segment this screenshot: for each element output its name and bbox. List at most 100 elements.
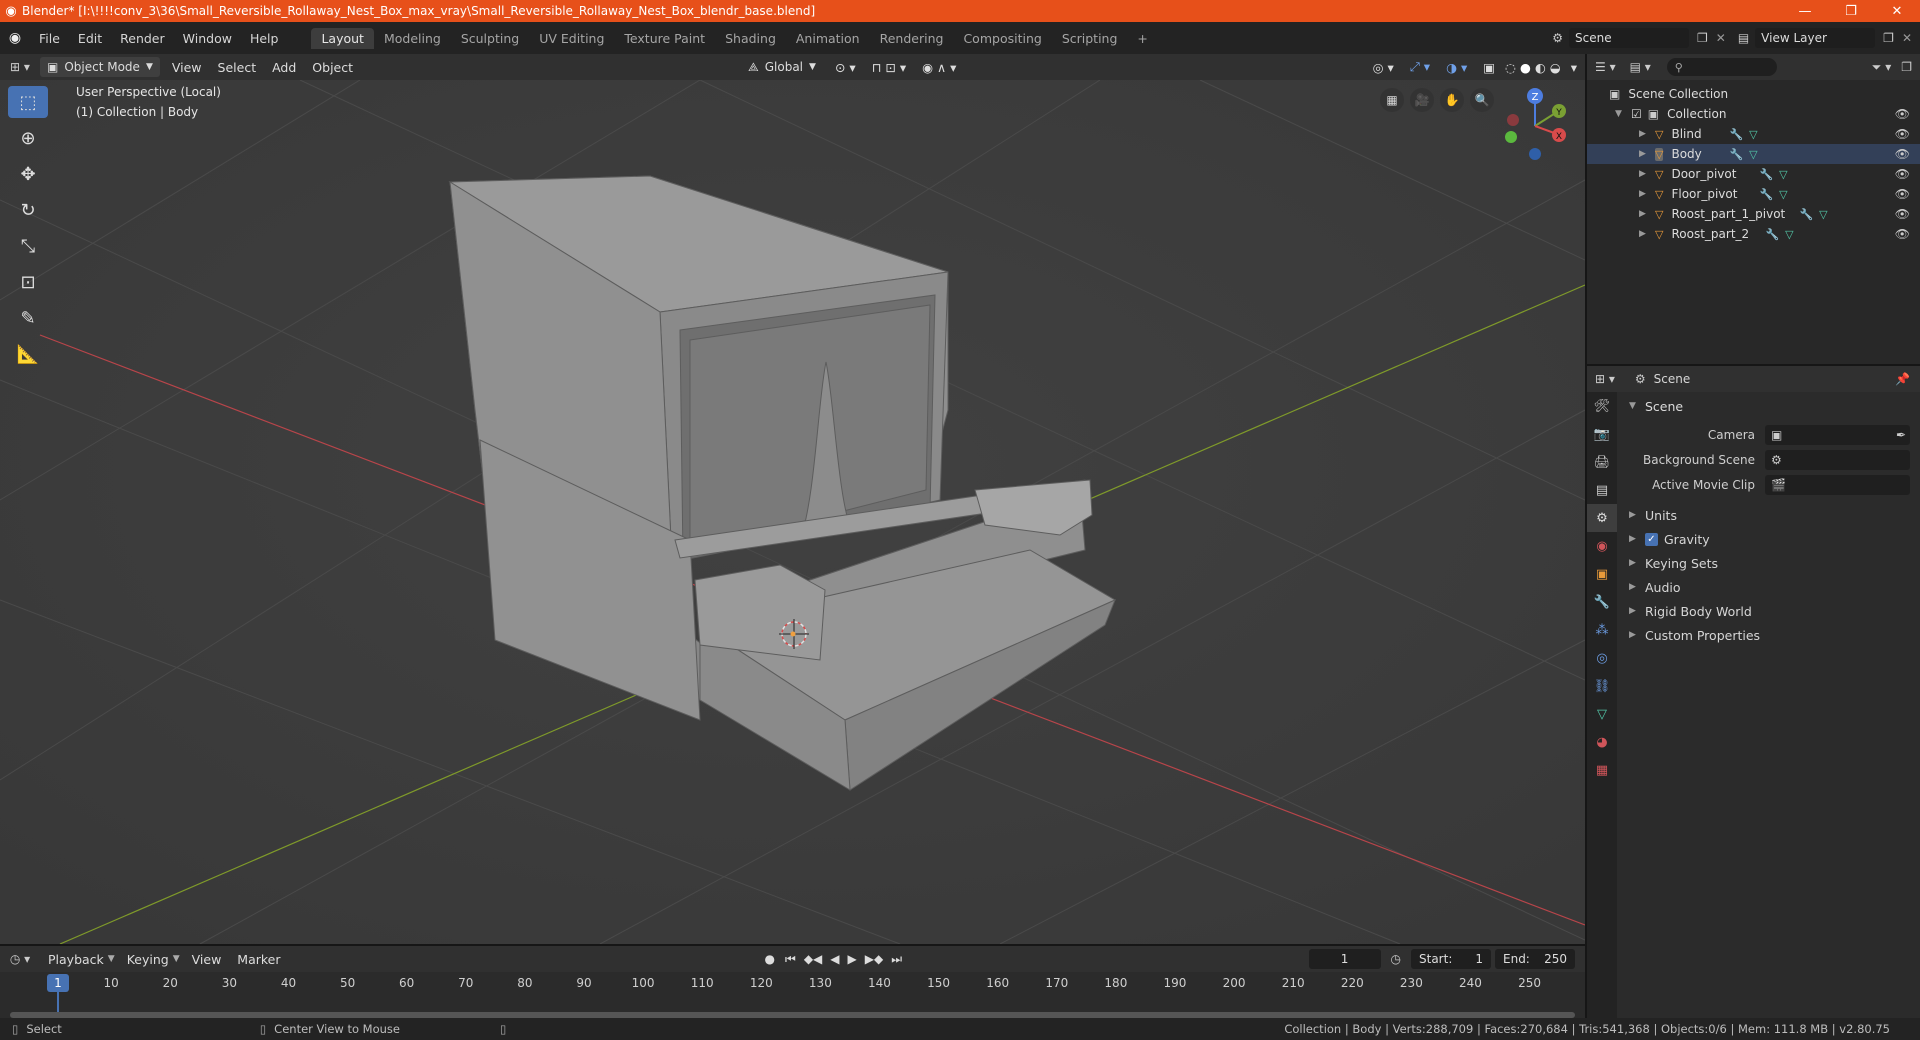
gravity-panel-header[interactable]: ▶ ✓ Gravity [1619,527,1920,551]
mode-selector[interactable]: ▣ Object Mode ▼ [40,57,160,77]
tab-view-layer[interactable]: ▤ [1587,476,1617,504]
outliner-row-object[interactable]: ▶ ▽ Door_pivot 🔧 ▽ 👁 [1587,164,1920,184]
menu-window[interactable]: Window [174,31,241,46]
playhead[interactable]: 1 [47,974,69,992]
shading-wireframe-icon[interactable]: ◌ [1503,60,1518,75]
jump-end-icon[interactable]: ⏭ [891,952,902,967]
outliner-row-object[interactable]: ▶ ▽ Blind 🔧 ▽ 👁 [1587,124,1920,144]
minimize-button[interactable]: — [1782,4,1828,19]
maximize-button[interactable]: ❐ [1828,4,1874,19]
prev-keyframe-icon[interactable]: ◆◀ [804,952,822,966]
visibility-eye-icon[interactable]: 👁 [1895,207,1910,221]
overlay-toggle-icon[interactable]: ◑ ▾ [1438,60,1475,75]
tab-animation[interactable]: Animation [786,28,870,49]
expand-triangle-icon[interactable]: ▶ [1639,169,1647,179]
visibility-eye-icon[interactable]: 👁 [1895,187,1910,201]
mesh-data-icon[interactable]: ▽ [1779,188,1787,201]
new-collection-icon[interactable]: ❐ [1901,60,1912,74]
scale-tool[interactable]: ⤡ [8,230,48,262]
clock-icon[interactable]: ◷ [1391,952,1401,966]
jump-start-icon[interactable]: ⏮ [785,952,796,967]
tab-layout[interactable]: Layout [311,27,374,49]
zoom-icon[interactable]: 🔍 [1470,88,1494,112]
camera-view-icon[interactable]: 🎥 [1410,88,1434,112]
tab-world[interactable]: ◉ [1587,532,1617,560]
background-scene-field[interactable]: ⚙ [1765,449,1910,470]
pin-icon[interactable]: 📌 [1895,372,1910,386]
scene-selector[interactable]: Scene [1569,28,1689,48]
units-panel-header[interactable]: ▶ Units [1619,503,1920,527]
navigation-gizmo[interactable]: Z Y X [1495,86,1575,166]
tab-uv-editing[interactable]: UV Editing [529,28,614,49]
shading-solid-icon[interactable]: ● [1518,60,1533,75]
visibility-icon[interactable]: ◎ ▾ [1365,60,1402,75]
audio-panel-header[interactable]: ▶ Audio [1619,575,1920,599]
menu-add[interactable]: Add [264,60,304,75]
tab-scene[interactable]: ⚙ [1587,504,1617,532]
remove-view-layer-icon[interactable]: ✕ [1902,31,1912,45]
blender-menu-icon[interactable]: ◉ [0,30,30,46]
tab-modeling[interactable]: Modeling [374,28,451,49]
add-workspace-button[interactable]: + [1127,28,1157,49]
custom-properties-panel-header[interactable]: ▶ Custom Properties [1619,623,1920,647]
tab-physics[interactable]: ◎ [1587,644,1617,672]
play-reverse-icon[interactable]: ◀ [830,952,839,966]
expand-triangle-icon[interactable]: ▶ [1639,189,1647,199]
modifier-wrench-icon[interactable]: 🔧 [1765,228,1779,241]
start-frame-field[interactable]: Start: 1 [1411,949,1491,969]
timeline-ruler[interactable]: 10 20 30 40 50 60 70 80 90 100 110 120 130 140 150 160 1… [0,972,1585,1012]
menu-playback[interactable]: Playback [40,952,112,967]
expand-triangle-icon[interactable]: ▶ [1639,149,1647,159]
menu-view[interactable]: View [184,952,230,967]
keying-sets-panel-header[interactable]: ▶ Keying Sets [1619,551,1920,575]
modifier-wrench-icon[interactable]: 🔧 [1759,188,1773,201]
visibility-eye-icon[interactable]: 👁 [1895,107,1910,121]
record-icon[interactable]: ● [765,952,775,966]
modifier-wrench-icon[interactable]: 🔧 [1729,128,1743,141]
mesh-data-icon[interactable]: ▽ [1785,228,1793,241]
tab-sculpting[interactable]: Sculpting [451,28,529,49]
mesh-data-icon[interactable]: ▽ [1749,148,1757,161]
modifier-wrench-icon[interactable]: 🔧 [1729,148,1743,161]
menu-marker[interactable]: Marker [229,952,288,967]
editor-type-icon[interactable]: ⊞ ▾ [0,60,40,74]
mesh-data-icon[interactable]: ▽ [1749,128,1757,141]
menu-help[interactable]: Help [241,31,288,46]
rigid-body-world-panel-header[interactable]: ▶ Rigid Body World [1619,599,1920,623]
tab-texture-paint[interactable]: Texture Paint [614,28,715,49]
view-layer-selector[interactable]: View Layer [1755,28,1876,48]
transform-tool[interactable]: ⊡ [8,266,48,298]
shading-rendered-icon[interactable]: ◒ [1548,60,1563,75]
new-scene-icon[interactable]: ❐ [1697,31,1708,45]
end-frame-field[interactable]: End: 250 [1495,949,1575,969]
tab-material[interactable]: ◕ [1587,728,1617,756]
proportional-edit-icon[interactable]: ◉ ∧ ▾ [914,60,964,75]
expand-triangle-icon[interactable]: ▶ [1639,129,1647,139]
pivot-point-icon[interactable]: ⊙ ▾ [827,60,864,75]
gizmo-toggle-icon[interactable]: ⤢ ▾ [1402,59,1438,75]
menu-view[interactable]: View [164,60,210,75]
scene-panel-header[interactable]: ▼ Scene [1619,394,1920,418]
tab-shading[interactable]: Shading [715,28,786,49]
shading-options-icon[interactable]: ▾ [1563,60,1585,75]
menu-edit[interactable]: Edit [69,31,111,46]
tab-particles[interactable]: ⁂ [1587,616,1617,644]
expand-triangle-icon[interactable]: ▼ [1615,109,1623,119]
tab-compositing[interactable]: Compositing [953,28,1051,49]
mesh-data-icon[interactable]: ▽ [1779,168,1787,181]
outliner-row-object[interactable]: ▶ ▽ Floor_pivot 🔧 ▽ 👁 [1587,184,1920,204]
menu-object[interactable]: Object [304,60,361,75]
menu-select[interactable]: Select [210,60,265,75]
toggle-perspective-icon[interactable]: ▦ [1380,88,1404,112]
snap-icon[interactable]: ⊓ ⊡ ▾ [864,60,914,75]
gravity-checkbox[interactable]: ✓ [1645,532,1658,546]
move-tool[interactable]: ✥ [8,158,48,190]
mesh-data-icon[interactable]: ▽ [1819,208,1827,221]
visibility-eye-icon[interactable]: 👁 [1895,227,1910,241]
editor-type-icon[interactable]: ⊞ ▾ [1595,372,1615,386]
tab-constraints[interactable]: ⛓ [1587,672,1617,700]
modifier-wrench-icon[interactable]: 🔧 [1759,168,1773,181]
tab-object[interactable]: ▣ [1587,560,1617,588]
expand-triangle-icon[interactable]: ▶ [1639,229,1647,239]
play-icon[interactable]: ▶ [848,952,857,966]
